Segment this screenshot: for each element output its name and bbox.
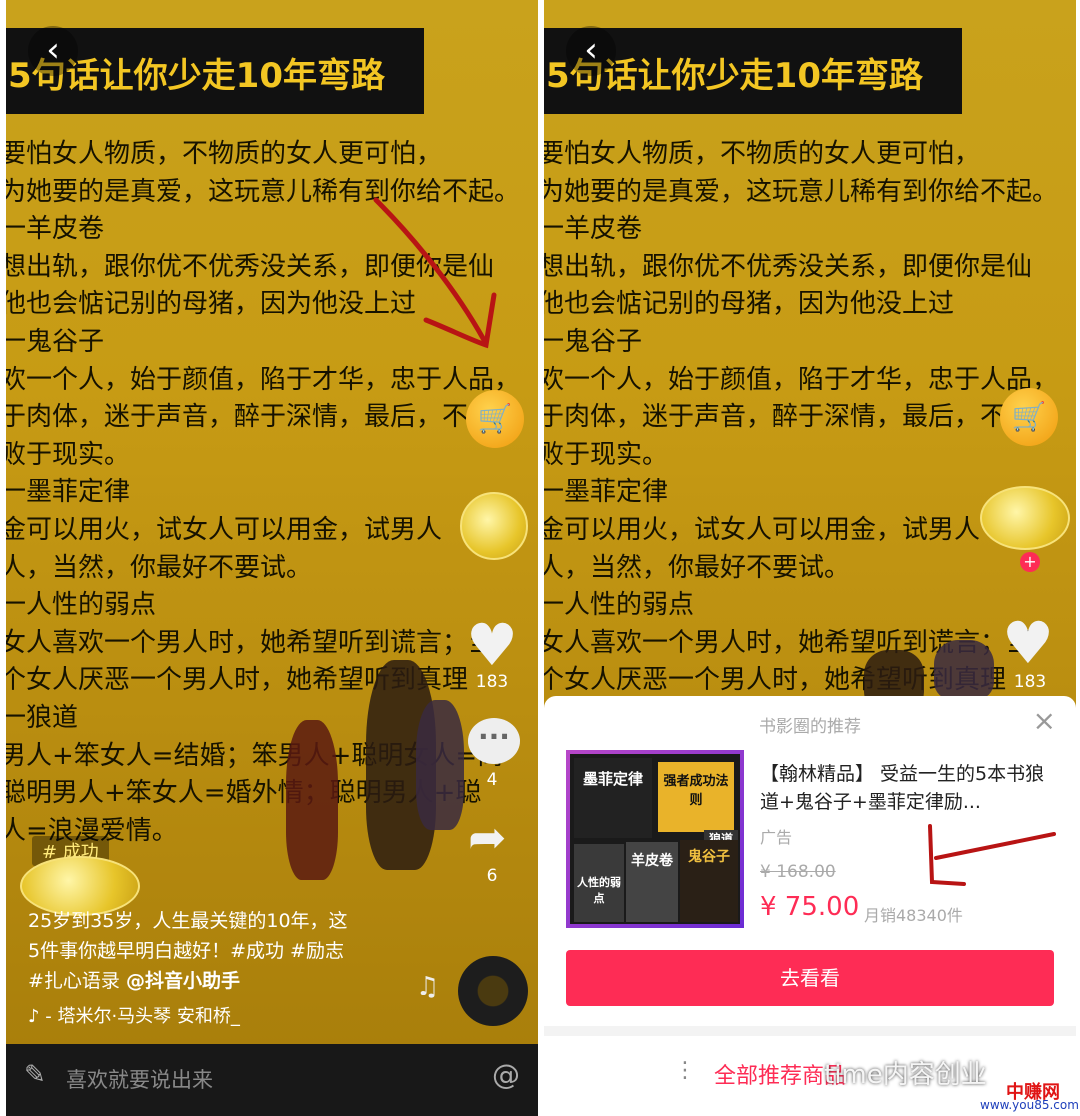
- video-screen-left: 5句话让你少走10年弯路 ‹ 要怕女人物质，不物质的女人更可怕， 为她要的是真爱，…: [6, 0, 538, 1116]
- current-price: ¥ 75.00: [760, 892, 860, 922]
- video-text-line: 女人喜欢一个男人时，她希望听到谎言；当: [6, 627, 495, 658]
- sheet-title: 书影圈的推荐: [759, 717, 861, 737]
- video-text-line: 他也会惦记别的母猪，因为他没上过: [544, 289, 955, 320]
- video-text-line: 要怕女人物质，不物质的女人更可怕，: [544, 139, 981, 169]
- music-disc[interactable]: [458, 956, 528, 1026]
- book-cover: 人性的弱点: [574, 844, 624, 922]
- ad-label: 广告: [760, 828, 793, 847]
- floating-note-icon: ♫: [416, 972, 440, 1002]
- video-text-line: 人，当然，你最好不要试。: [6, 552, 313, 583]
- video-text-line: 一人性的弱点: [544, 590, 695, 621]
- comment-placeholder[interactable]: 喜欢就要说出来: [66, 1064, 213, 1094]
- close-icon[interactable]: ×: [1033, 704, 1056, 737]
- comment-input-bar[interactable]: ✎ 喜欢就要说出来 @: [6, 1044, 538, 1116]
- video-text-line: 一墨菲定律: [6, 477, 131, 508]
- creator-avatar[interactable]: [460, 492, 528, 560]
- video-text-line: 人，当然，你最好不要试。: [544, 552, 851, 583]
- follow-button[interactable]: +: [1020, 552, 1040, 572]
- annotation-mark: [928, 824, 1056, 886]
- shopping-cart-button[interactable]: 🛒: [466, 390, 524, 448]
- video-text-line: 金可以用火，试女人可以用金，试男人: [6, 514, 443, 545]
- video-text-line: 欢一个人，始于颜值，陷于才华，忠于人品，: [6, 364, 521, 395]
- video-text-line: 败于现实。: [6, 439, 131, 470]
- product-image[interactable]: 墨菲定律 强者成功法则 狼道 人性的弱点 羊皮卷 鬼谷子: [566, 750, 744, 928]
- video-text-line: 一羊皮卷: [544, 214, 643, 245]
- video-caption: 25岁到35岁，人生最关键的10年，这 5件事你越早明白越好！#成功 #励志 #…: [28, 906, 408, 996]
- product-title[interactable]: 【翰林精品】 受益一生的5本书狼道+鬼谷子+墨菲定律励...: [760, 760, 1060, 816]
- creator-avatar[interactable]: [980, 486, 1070, 550]
- caption-line-3: #扎心语录 @抖音小助手: [28, 966, 408, 996]
- video-text-line: 要怕女人物质，不物质的女人更可怕，: [6, 139, 443, 169]
- back-arrow-icon: ‹: [46, 30, 60, 70]
- book-cover: 鬼谷子: [680, 840, 738, 922]
- mention-icon[interactable]: @: [492, 1058, 520, 1091]
- view-product-button[interactable]: 去看看: [566, 950, 1054, 1006]
- heart-icon[interactable]: ♥: [466, 616, 518, 674]
- shopping-cart-icon: 🛒: [1011, 400, 1047, 433]
- back-arrow-icon: ‹: [584, 30, 598, 70]
- video-text-line: 一鬼谷子: [544, 326, 643, 357]
- caption-line-1: 25岁到35岁，人生最关键的10年，这: [28, 910, 348, 932]
- caption-hashtag[interactable]: #扎心语录: [28, 970, 126, 992]
- watermark-text: time内容创业: [824, 1060, 987, 1090]
- mention-link[interactable]: @抖音小助手: [126, 970, 240, 992]
- divider: [544, 1026, 1076, 1036]
- book-cover: 墨菲定律: [574, 758, 652, 838]
- video-text-line: 为她要的是真爱，这玩意儿稀有到你给不起。: [544, 176, 1059, 207]
- shopping-cart-icon: 🛒: [477, 402, 513, 435]
- heart-icon[interactable]: ♥: [1002, 614, 1054, 672]
- like-count: 183: [475, 672, 509, 692]
- video-text-line: 欢一个人，始于颜值，陷于才华，忠于人品，: [544, 364, 1059, 395]
- book-cover: 强者成功法则: [658, 762, 734, 832]
- music-info[interactable]: ♪ - 塔米尔·马头琴 安和桥_: [28, 1002, 240, 1028]
- video-text-line: 于肉体，迷于声音，醉于深情，最后，不敌: [6, 402, 495, 433]
- like-count: 183: [1013, 672, 1047, 692]
- share-icon[interactable]: ➦: [468, 810, 507, 864]
- comment-count: 4: [486, 770, 498, 790]
- share-count: 6: [486, 866, 498, 886]
- caption-line-2: 5件事你越早明白越好！#成功 #励志: [28, 940, 344, 962]
- watermark-url: www.you85.com: [980, 1098, 1079, 1112]
- comment-icon[interactable]: ···: [468, 718, 520, 764]
- video-text-line: 败于现实。: [544, 439, 669, 470]
- video-screen-right: 5句话让你少走10年弯路 ‹ 要怕女人物质，不物质的女人更可怕， 为她要的是真爱，…: [544, 0, 1076, 1116]
- pencil-icon: ✎: [24, 1060, 46, 1090]
- product-sheet: 书影圈的推荐 × 墨菲定律 强者成功法则 狼道 人性的弱点 羊皮卷 鬼谷子 【翰…: [544, 696, 1076, 1116]
- back-button[interactable]: ‹: [28, 26, 78, 76]
- original-price: ¥ 168.00: [760, 862, 836, 882]
- music-note-icon: ♪: [28, 1006, 40, 1027]
- monthly-sales: 月销48340件: [864, 906, 963, 925]
- video-text-line: 一人性的弱点: [6, 590, 157, 621]
- video-text-line: 于肉体，迷于声音，醉于深情，最后，不敌: [544, 402, 1033, 433]
- annotation-arrow: [373, 197, 497, 349]
- shopping-cart-button[interactable]: 🛒: [1000, 388, 1058, 446]
- book-cover: 羊皮卷: [626, 842, 678, 922]
- menu-dots-icon: ⋮: [674, 1058, 696, 1083]
- back-button[interactable]: ‹: [566, 26, 616, 76]
- video-text-line: 想出轨，跟你优不优秀没关系，即便你是仙: [544, 251, 1033, 282]
- music-title: - 塔米尔·马头琴 安和桥_: [45, 1006, 240, 1027]
